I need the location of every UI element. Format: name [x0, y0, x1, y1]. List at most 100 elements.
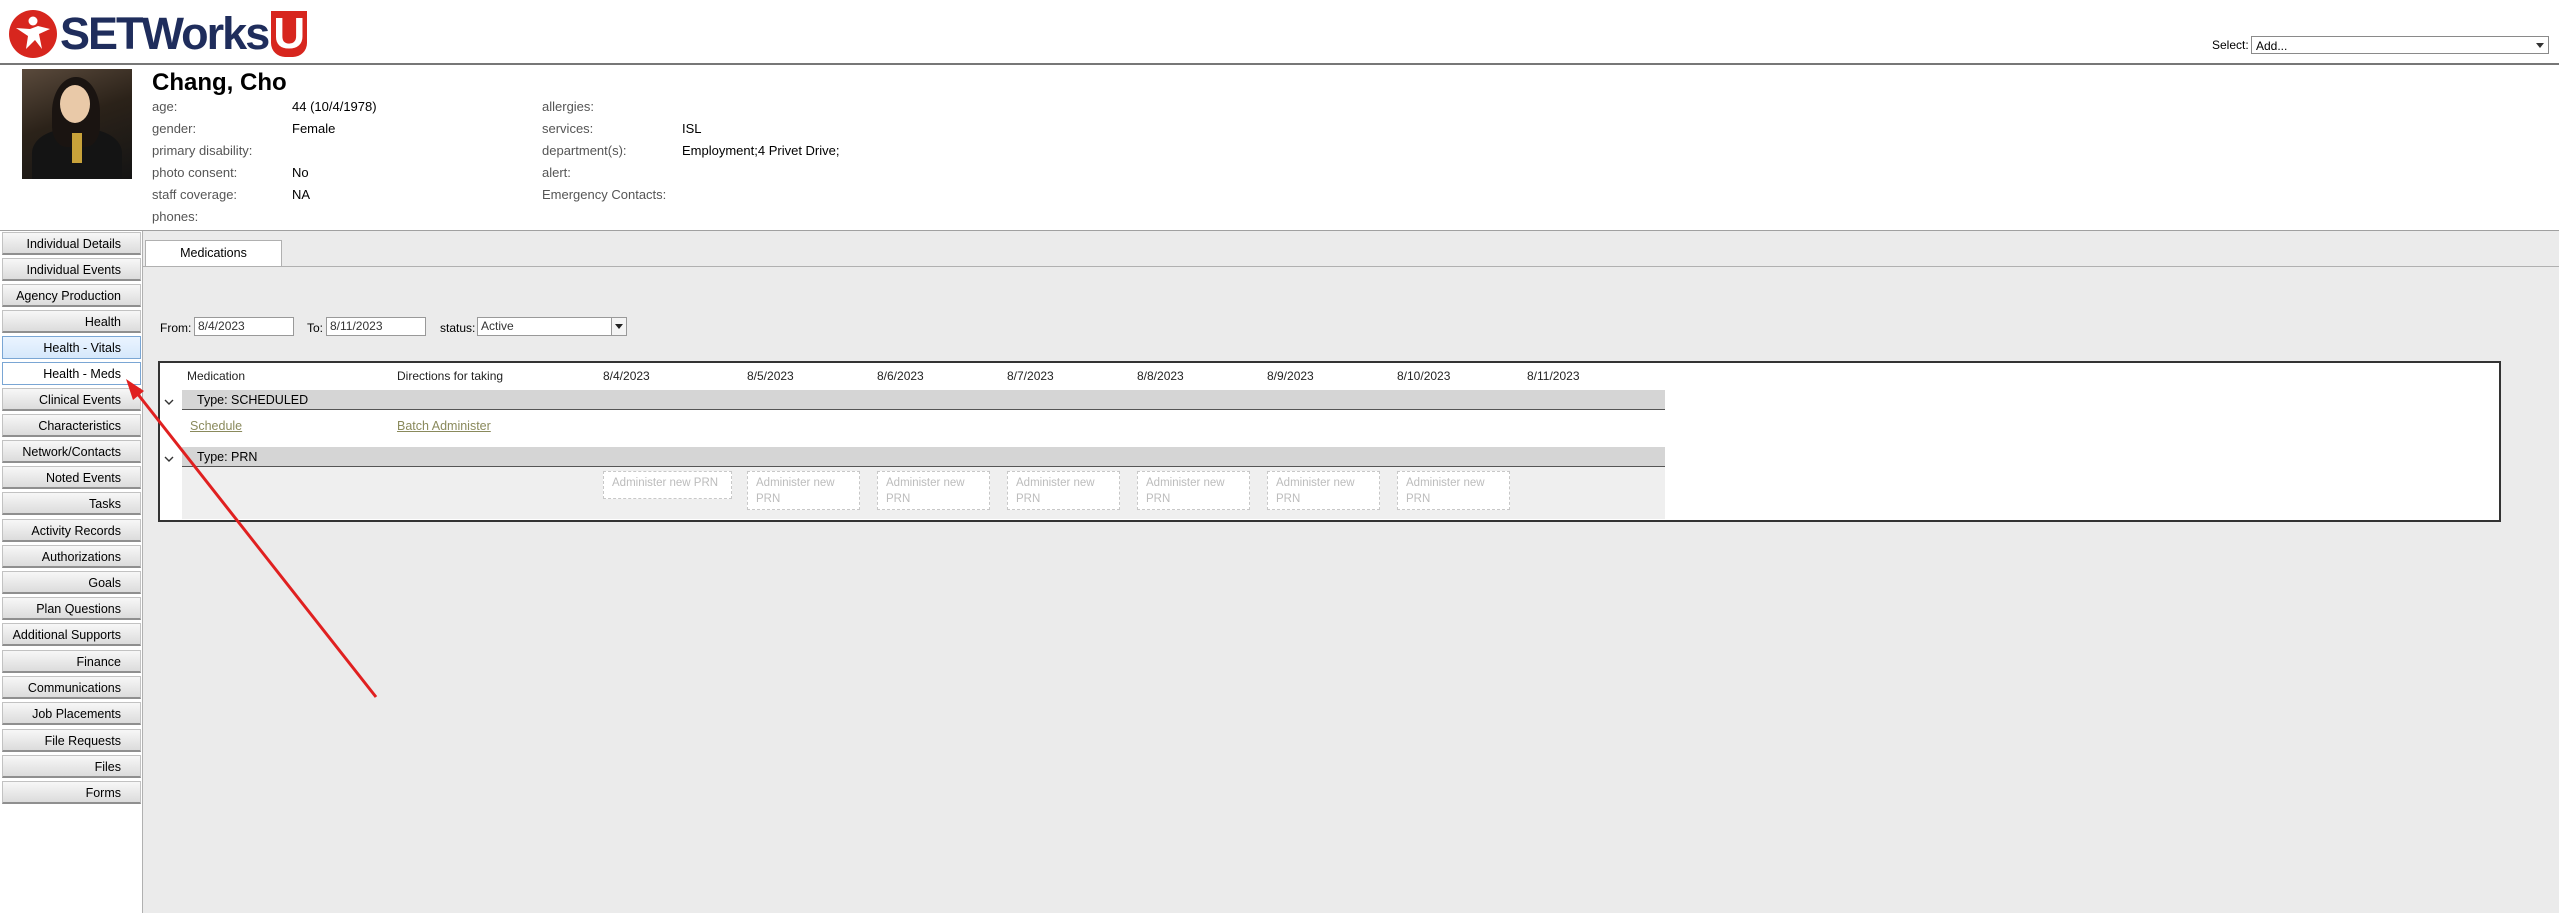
sidebar-item-characteristics[interactable]: Characteristics	[2, 414, 141, 437]
field-alert-label: alert:	[542, 165, 571, 180]
to-label: To:	[307, 321, 324, 335]
sidebar-item-finance[interactable]: Finance	[2, 650, 141, 673]
col-header-date: 8/7/2023	[1007, 369, 1054, 383]
individual-name: Chang, Cho	[152, 69, 287, 96]
sidebar-item-activity-records[interactable]: Activity Records	[2, 519, 141, 542]
field-departments-value: Employment;4 Privet Drive;	[682, 143, 840, 158]
field-age-label: age:	[152, 99, 178, 114]
add-select-value: Add...	[2256, 39, 2288, 53]
administer-new-prn-button[interactable]: Administer new PRN	[747, 471, 860, 510]
tab-medications[interactable]: Medications	[145, 240, 282, 266]
top-bar: SETWorks U Select: Add...	[0, 0, 2559, 65]
schedule-link[interactable]: Schedule	[190, 419, 242, 433]
status-select-value: Active	[481, 319, 514, 333]
col-header-date: 8/10/2023	[1397, 369, 1451, 383]
setworks-star-logo-icon	[9, 10, 57, 58]
sidebar-item-plan-questions[interactable]: Plan Questions	[2, 597, 141, 620]
field-phones-label: phones:	[152, 209, 199, 224]
medications-grid: Medication Directions for taking 8/4/202…	[158, 361, 2501, 522]
col-header-medication: Medication	[187, 369, 246, 383]
sidebar-item-goals[interactable]: Goals	[2, 571, 141, 594]
sidebar-item-forms[interactable]: Forms	[2, 781, 141, 804]
sidebar-item-communications[interactable]: Communications	[2, 676, 141, 699]
field-emergency-contacts-label: Emergency Contacts:	[542, 187, 667, 202]
field-departments-label: department(s):	[542, 143, 627, 158]
individual-photo	[22, 69, 132, 179]
field-photo-consent: photo consent: No	[152, 165, 309, 180]
field-age-value: 44 (10/4/1978)	[292, 99, 377, 114]
chevron-down-icon[interactable]	[164, 397, 174, 407]
individual-header: Chang, Cho age: 44 (10/4/1978) gender: F…	[0, 65, 2559, 231]
col-header-date: 8/11/2023	[1527, 369, 1580, 383]
col-header-directions: Directions for taking	[397, 369, 504, 383]
field-allergies: allergies:	[542, 99, 594, 114]
sidebar-item-health[interactable]: Health	[2, 310, 141, 333]
chevron-down-icon[interactable]	[164, 454, 174, 464]
dropdown-arrow-icon	[2536, 43, 2544, 48]
field-alert: alert:	[542, 165, 571, 180]
from-date-input[interactable]: 8/4/2023	[194, 317, 294, 336]
field-staff-coverage: staff coverage: NA	[152, 187, 310, 202]
col-header-date: 8/6/2023	[877, 369, 924, 383]
col-header-date: 8/9/2023	[1267, 369, 1314, 383]
setworks-logo[interactable]: SETWorks U	[8, 8, 308, 60]
sidebar-item-authorizations[interactable]: Authorizations	[2, 545, 141, 568]
field-age: age: 44 (10/4/1978)	[152, 99, 377, 114]
sidebar-item-job-placements[interactable]: Job Placements	[2, 702, 141, 725]
tab-strip: Medications	[143, 231, 2559, 266]
main-panel: Medications From: 8/4/2023 To: 8/11/2023…	[142, 231, 2559, 913]
brand-u-badge: U	[271, 11, 308, 57]
field-primary-disability-label: primary disability:	[152, 143, 253, 158]
field-phones: phones:	[152, 209, 198, 224]
group-row-scheduled[interactable]: Type: SCHEDULED	[182, 390, 1665, 410]
field-gender-label: gender:	[152, 121, 197, 136]
field-allergies-label: allergies:	[542, 99, 595, 114]
sidebar-item-individual-events[interactable]: Individual Events	[2, 258, 141, 281]
field-staff-coverage-value: NA	[292, 187, 311, 202]
sidebar-item-health-meds[interactable]: Health - Meds	[2, 362, 141, 385]
sidebar-item-additional-supports[interactable]: Additional Supports	[2, 623, 141, 646]
group-row-prn[interactable]: Type: PRN	[182, 447, 1665, 467]
field-photo-consent-label: photo consent:	[152, 165, 238, 180]
col-header-date: 8/5/2023	[747, 369, 794, 383]
sidebar-item-health-vitals[interactable]: Health - Vitals	[2, 336, 141, 359]
col-header-date: 8/4/2023	[603, 369, 650, 383]
administer-new-prn-button[interactable]: Administer new PRN	[1397, 471, 1510, 510]
prn-row: Administer new PRN Administer new PRN Ad…	[182, 467, 1665, 519]
field-emergency-contacts: Emergency Contacts:	[542, 187, 666, 202]
sidebar-item-individual-details[interactable]: Individual Details	[2, 232, 141, 255]
medications-content: From: 8/4/2023 To: 8/11/2023 status: Act…	[143, 266, 2559, 840]
field-departments: department(s): Employment;4 Privet Drive…	[542, 143, 840, 158]
batch-administer-link[interactable]: Batch Administer	[397, 419, 491, 433]
administer-new-prn-button[interactable]: Administer new PRN	[603, 471, 732, 499]
field-services: services: ISL	[542, 121, 702, 136]
select-label: Select:	[2212, 38, 2249, 52]
administer-new-prn-button[interactable]: Administer new PRN	[1267, 471, 1380, 510]
bottom-strip	[143, 839, 2559, 913]
brand-name: SETWorks	[60, 8, 270, 59]
field-gender: gender: Female	[152, 121, 335, 136]
sidebar-item-files[interactable]: Files	[2, 755, 141, 778]
sidebar-item-agency-production[interactable]: Agency Production	[2, 284, 141, 307]
add-select-dropdown[interactable]: Add...	[2251, 36, 2549, 54]
field-gender-value: Female	[292, 121, 336, 136]
sidebar-item-clinical-events[interactable]: Clinical Events	[2, 388, 141, 411]
from-label: From:	[160, 321, 192, 335]
field-photo-consent-value: No	[292, 165, 309, 180]
dropdown-arrow-icon[interactable]	[611, 318, 626, 335]
field-primary-disability: primary disability:	[152, 143, 252, 158]
col-header-date: 8/8/2023	[1137, 369, 1184, 383]
administer-new-prn-button[interactable]: Administer new PRN	[1007, 471, 1120, 510]
sidebar-item-file-requests[interactable]: File Requests	[2, 729, 141, 752]
sidebar-item-tasks[interactable]: Tasks	[2, 492, 141, 515]
administer-new-prn-button[interactable]: Administer new PRN	[877, 471, 990, 510]
field-staff-coverage-label: staff coverage:	[152, 187, 238, 202]
status-label: status:	[440, 321, 476, 335]
to-date-input[interactable]: 8/11/2023	[326, 317, 426, 336]
status-select[interactable]: Active	[477, 317, 627, 336]
field-services-value: ISL	[682, 121, 702, 136]
administer-new-prn-button[interactable]: Administer new PRN	[1137, 471, 1250, 510]
sidebar-item-noted-events[interactable]: Noted Events	[2, 466, 141, 489]
sidebar-item-network-contacts[interactable]: Network/Contacts	[2, 440, 141, 463]
field-services-label: services:	[542, 121, 594, 136]
